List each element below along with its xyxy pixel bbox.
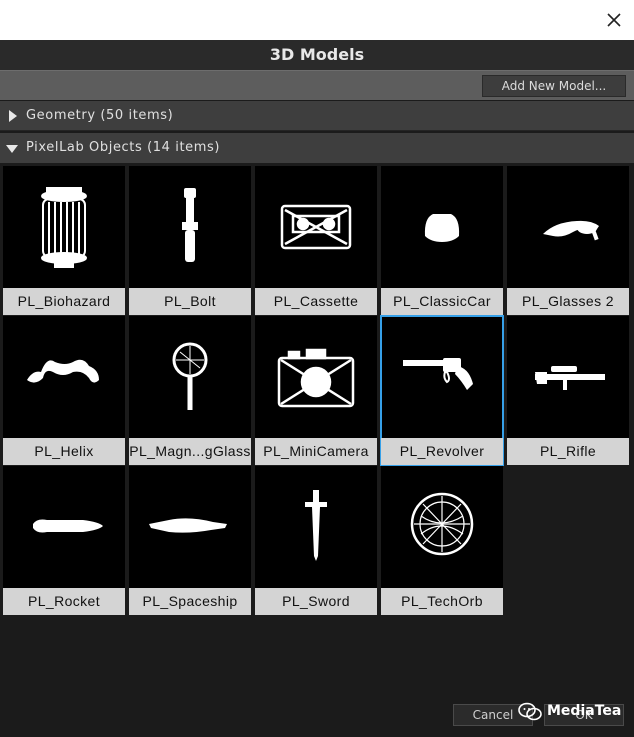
tech-orb-icon xyxy=(410,492,474,556)
model-label: PL_TechOrb xyxy=(381,588,503,615)
model-tile-techorb[interactable]: PL_TechOrb xyxy=(381,466,503,615)
model-tile-helix[interactable]: PL_Helix xyxy=(3,316,125,465)
model-label: PL_Biohazard xyxy=(3,288,125,315)
model-label: PL_Rifle xyxy=(507,438,629,465)
model-label: PL_Rocket xyxy=(3,588,125,615)
model-tile-rifle[interactable]: PL_Rifle xyxy=(507,316,629,465)
sword-icon xyxy=(305,490,327,561)
model-tile-rocket[interactable]: PL_Rocket xyxy=(3,466,125,615)
classic-car-icon xyxy=(424,214,460,242)
close-button[interactable] xyxy=(604,10,624,30)
collapse-triangle-icon xyxy=(6,145,18,153)
cassette-icon xyxy=(280,204,352,250)
category-geometry[interactable]: Geometry (50 items) xyxy=(0,101,634,131)
add-new-model-button[interactable]: Add New Model... xyxy=(482,75,626,97)
rifle-icon xyxy=(535,366,605,390)
model-tile-spaceship[interactable]: PL_Spaceship xyxy=(129,466,251,615)
model-label: PL_Helix xyxy=(3,438,125,465)
model-tile-cassette[interactable]: PL_Cassette xyxy=(255,166,377,315)
model-tile-classic-car[interactable]: PL_ClassicCar xyxy=(381,166,503,315)
rocket-icon xyxy=(33,519,103,533)
model-label: PL_MiniCamera xyxy=(255,438,377,465)
model-tile-sword[interactable]: PL_Sword xyxy=(255,466,377,615)
helix-icon xyxy=(27,359,99,383)
glasses-icon xyxy=(543,220,599,241)
model-tile-biohazard[interactable]: PL_Biohazard xyxy=(3,166,125,315)
bolt-icon xyxy=(182,188,198,262)
model-label: PL_ClassicCar xyxy=(381,288,503,315)
watermark: MediaTea xyxy=(518,700,628,726)
model-tile-minicamera[interactable]: PL_MiniCamera xyxy=(255,316,377,465)
model-label: PL_Revolver xyxy=(381,438,503,465)
wechat-icon xyxy=(518,702,542,721)
model-label: PL_Cassette xyxy=(255,288,377,315)
model-label: PL_Magn...gGlass xyxy=(129,438,251,465)
close-icon xyxy=(607,13,621,27)
model-tile-magnifying-glass[interactable]: PL_Magn...gGlass xyxy=(129,316,251,465)
model-label: PL_Spaceship xyxy=(129,588,251,615)
expand-triangle-icon xyxy=(9,110,17,122)
model-label: PL_Sword xyxy=(255,588,377,615)
camera-icon xyxy=(277,348,355,408)
dialog-title: 3D Models xyxy=(0,40,634,70)
category-pixellab-objects[interactable]: PixelLab Objects (14 items) xyxy=(0,133,634,163)
model-tile-bolt[interactable]: PL_Bolt xyxy=(129,166,251,315)
model-label: PL_Bolt xyxy=(129,288,251,315)
category-label: PixelLab Objects (14 items) xyxy=(26,140,221,155)
window-titlebar xyxy=(0,0,634,40)
model-tile-glasses[interactable]: PL_Glasses 2 xyxy=(507,166,629,315)
model-label: PL_Glasses 2 xyxy=(507,288,629,315)
model-tile-revolver[interactable]: PL_Revolver xyxy=(380,315,504,466)
magnifying-glass-icon xyxy=(172,342,208,410)
toolbar: Add New Model... xyxy=(0,70,634,100)
model-grid: PL_Biohazard PL_Bolt PL_Cassette PL_Clas… xyxy=(0,163,634,737)
biohazard-icon xyxy=(41,187,87,268)
revolver-icon xyxy=(403,358,473,390)
spaceship-icon xyxy=(149,518,227,533)
watermark-text: MediaTea xyxy=(547,703,622,719)
category-label: Geometry (50 items) xyxy=(26,108,174,123)
